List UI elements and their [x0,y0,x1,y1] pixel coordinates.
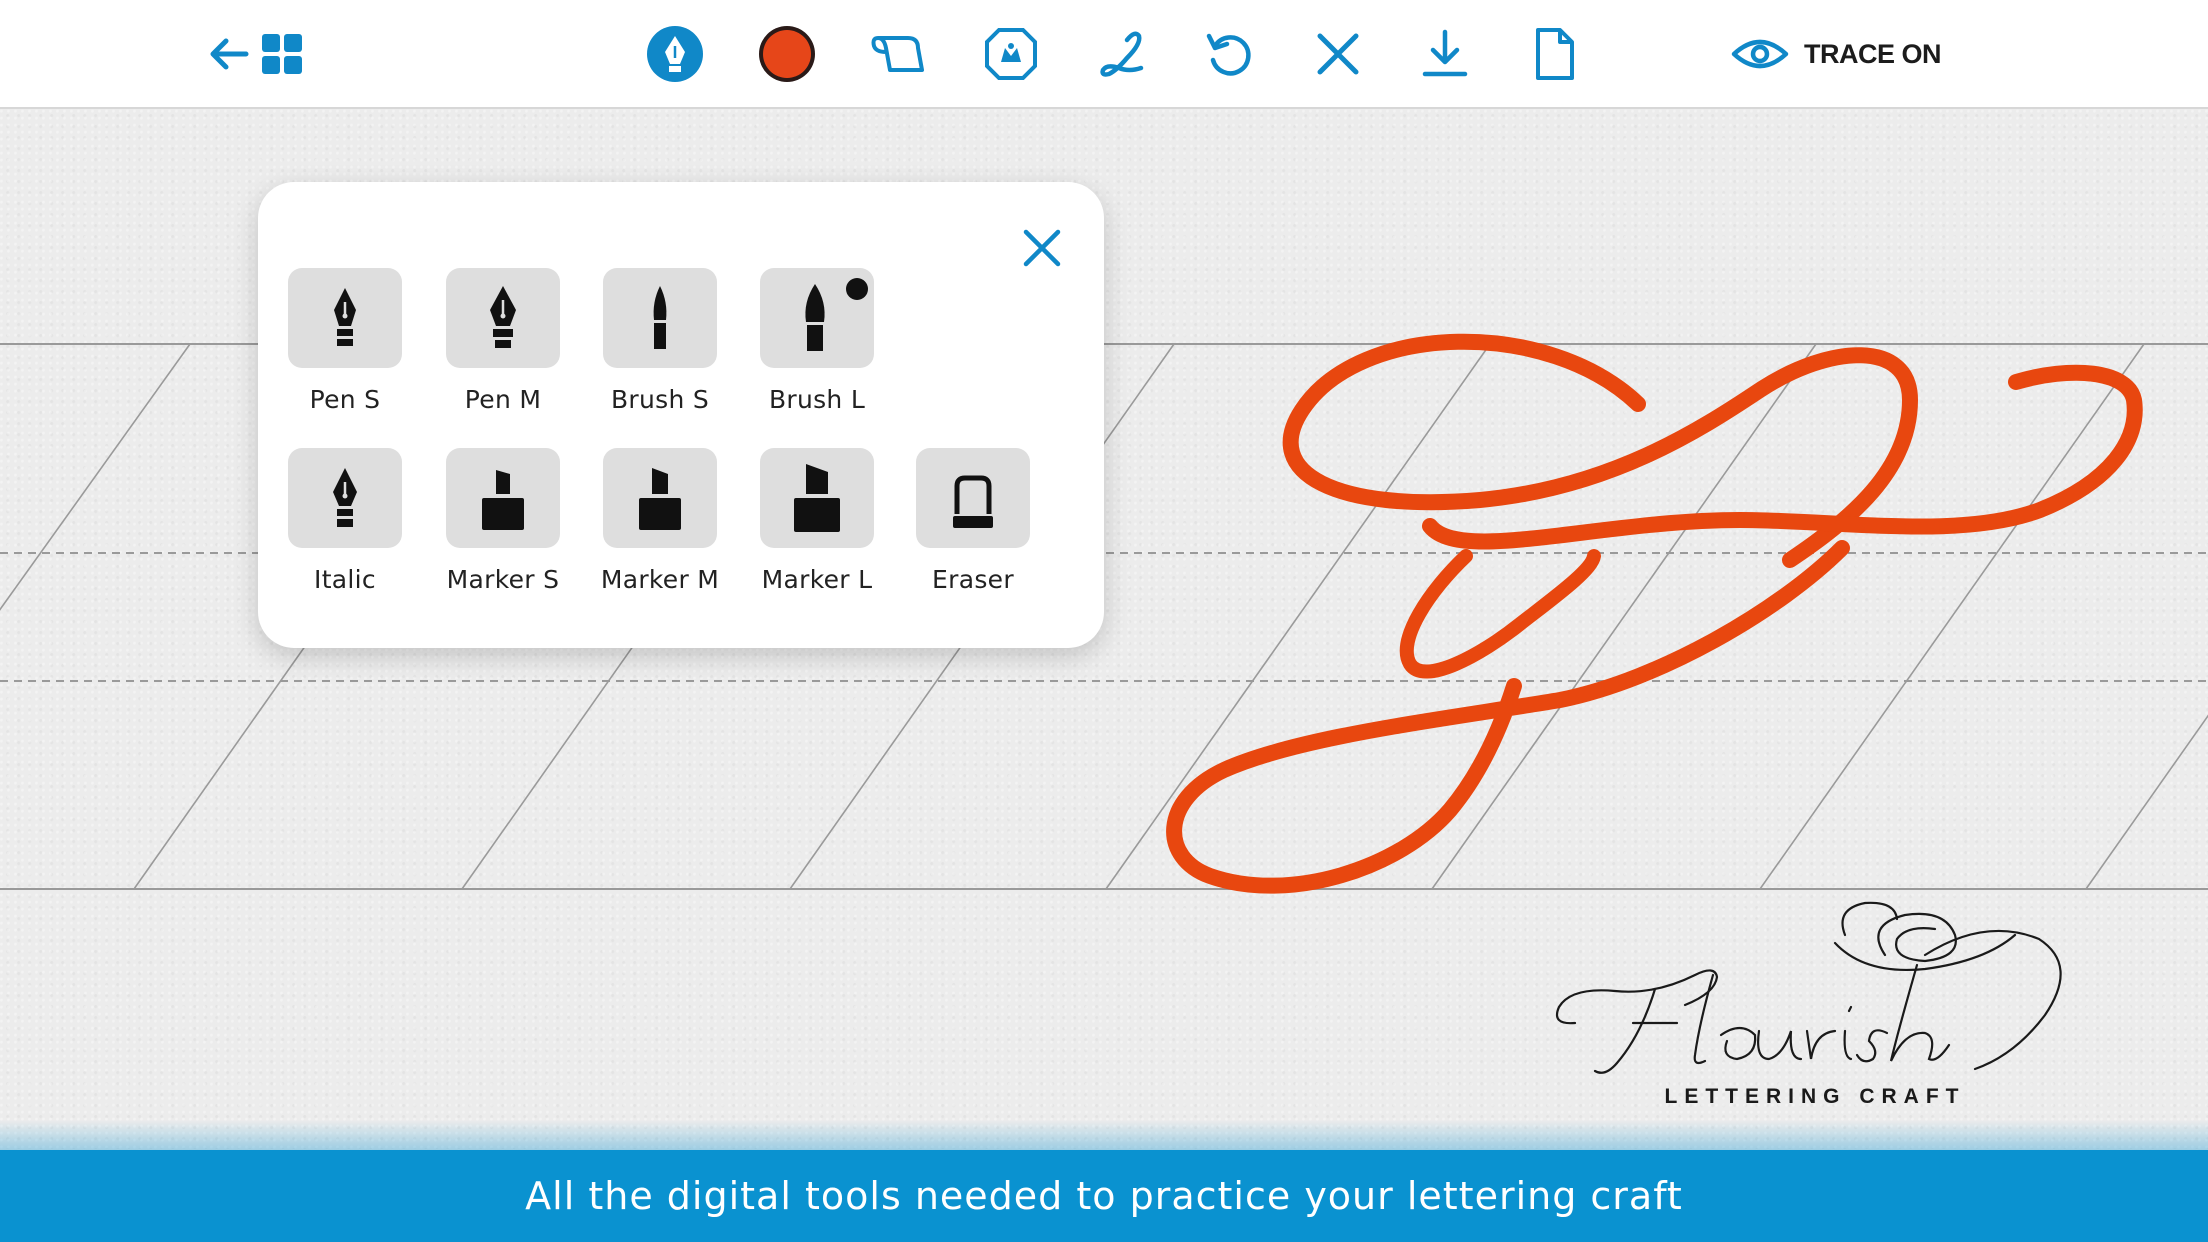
stamp-badge-icon[interactable] [979,22,1043,86]
tool-eraser[interactable]: Eraser [898,448,1048,594]
pen-nib-medium-icon [490,286,516,348]
marker-large-icon [794,464,840,532]
tool-label: Pen M [464,385,542,414]
marker-medium-icon [639,468,681,530]
paper-scroll-icon[interactable] [866,22,930,86]
undo-icon[interactable] [1197,22,1261,86]
eraser-icon [953,475,993,528]
selected-indicator [846,278,868,300]
tool-label: Marker M [600,565,720,594]
tool-marker-s[interactable]: Marker S [428,448,578,594]
drawing-canvas[interactable]: Pen S Pen M Brush S Brush L Italic Marke… [0,109,2208,1149]
tool-marker-l[interactable]: Marker L [742,448,892,594]
flourish-script-wordmark [1555,901,2062,1074]
trace-label: TRACE ON [1804,38,1942,69]
trace-toggle[interactable]: TRACE ON [1730,22,1942,86]
flourish-stroke [1166,333,2143,894]
tool-label: Brush L [768,385,866,414]
tool-italic[interactable]: Italic [270,448,420,594]
brush-picker-panel: Pen S Pen M Brush S Brush L Italic Marke… [258,182,1104,648]
download-icon[interactable] [1413,22,1477,86]
tool-label: Brush S [610,385,710,414]
top-toolbar: TRACE ON [0,0,2208,109]
eye-icon [1731,39,1789,69]
tool-pen-m[interactable]: Pen M [428,268,578,414]
close-icon[interactable] [1012,218,1072,278]
grid-menu-icon[interactable] [250,22,314,86]
logo-subtitle: LETTERING CRAFT [1664,1085,1966,1108]
bottom-banner: All the digital tools needed to practice… [0,1150,2208,1242]
brush-small-icon [653,286,667,349]
tool-label: Marker S [446,565,560,594]
pen-nib-small-icon [334,288,356,346]
pen-nib-icon[interactable] [643,22,707,86]
tool-brush-s[interactable]: Brush S [585,268,735,414]
tool-pen-s[interactable]: Pen S [270,268,420,414]
marker-small-icon [482,470,524,530]
tool-label: Italic [314,565,376,594]
brush-large-icon [805,284,825,351]
tool-marker-m[interactable]: Marker M [585,448,735,594]
lettering-guide-icon[interactable] [1089,22,1153,86]
tool-label: Eraser [932,565,1014,594]
tool-label: Marker L [761,565,873,594]
flourish-logo: LETTERING CRAFT [1545,895,2085,1125]
tool-brush-l[interactable]: Brush L [742,268,892,414]
new-page-icon[interactable] [1522,22,1586,86]
clear-icon[interactable] [1306,22,1370,86]
italic-nib-icon [333,468,357,527]
banner-text: All the digital tools needed to practice… [525,1174,1683,1218]
tool-label: Pen S [309,385,381,414]
banner-fade [0,1120,2208,1150]
color-swatch-icon[interactable] [755,22,819,86]
